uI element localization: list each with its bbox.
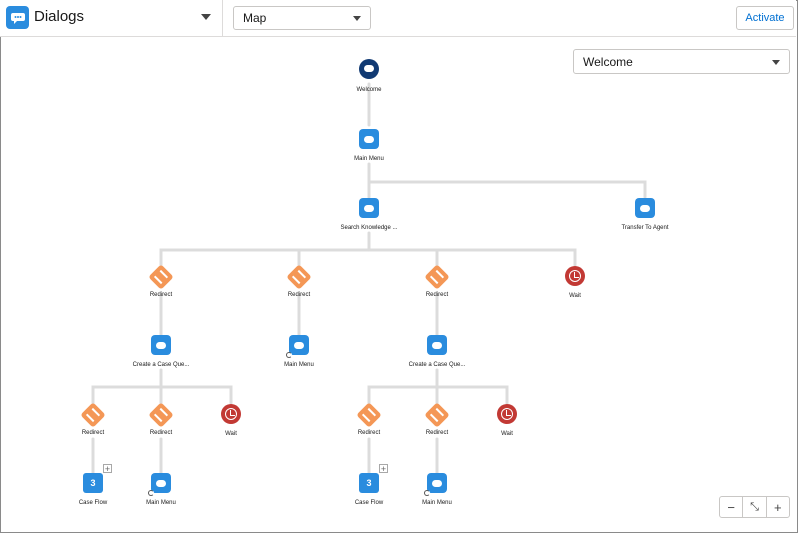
node-label: Wait (501, 431, 513, 437)
wait-node-icon[interactable] (565, 266, 585, 286)
view-select-value: Map (243, 11, 267, 25)
node-label: Transfer To Agent (621, 225, 669, 231)
node-label: Redirect (425, 430, 449, 436)
main-menu-node-icon[interactable] (359, 129, 379, 149)
connector-lines (91, 82, 647, 475)
expand-icon[interactable]: + (379, 464, 388, 474)
main-menu-node-icon[interactable] (289, 335, 309, 355)
node-label: Main Menu (146, 500, 176, 506)
case-flow-node-icon[interactable]: 3 (83, 473, 103, 493)
case-flow-node-icon[interactable]: 3 (359, 473, 379, 493)
top-bar: Dialogs Map Activate (0, 0, 796, 37)
main-menu-node-icon[interactable] (151, 473, 171, 493)
node-label: Redirect (149, 430, 173, 436)
node-label: Redirect (149, 292, 173, 298)
node-label: Redirect (81, 430, 105, 436)
node-label: Main Menu (354, 156, 384, 162)
transfer-node-icon[interactable] (635, 198, 655, 218)
node-label: Redirect (425, 292, 449, 298)
dialog-map-canvas[interactable]: Welcome Welcome Main Menu Search Knowled… (0, 37, 796, 531)
loop-icon (286, 352, 292, 358)
node-label: Create a Case Que... (408, 362, 466, 368)
loop-icon (148, 490, 154, 496)
dialog-select-value: Welcome (583, 54, 633, 69)
node-label: Case Flow (354, 500, 384, 506)
chevron-down-icon (772, 59, 780, 65)
wait-node-icon[interactable] (221, 404, 241, 424)
node-label: Welcome (356, 87, 382, 93)
zoom-out-button[interactable]: − (720, 497, 744, 517)
node-label: Create a Case Que... (132, 362, 190, 368)
view-select[interactable]: Map (233, 6, 371, 30)
node-label: Search Knowledge ... (340, 225, 398, 231)
main-menu-node-icon[interactable] (427, 473, 447, 493)
node-label: Wait (569, 293, 581, 299)
node-label: Redirect (357, 430, 381, 436)
dialogs-app-icon (6, 6, 29, 29)
zoom-in-button[interactable]: + (767, 497, 789, 517)
create-case-question-node-icon[interactable] (427, 335, 447, 355)
node-label: Redirect (287, 292, 311, 298)
node-label: Case Flow (78, 500, 108, 506)
chevron-down-icon (353, 16, 361, 21)
node-label: Wait (225, 431, 237, 437)
fit-to-screen-button[interactable]: ⤡ (743, 497, 767, 517)
create-case-question-node-icon[interactable] (151, 335, 171, 355)
divider (222, 0, 223, 36)
chevron-down-icon[interactable] (201, 14, 211, 20)
wait-node-icon[interactable] (497, 404, 517, 424)
app-title[interactable]: Dialogs (34, 8, 84, 25)
activate-button[interactable]: Activate (736, 6, 794, 30)
node-label: Main Menu (284, 362, 314, 368)
welcome-node-icon[interactable] (359, 59, 379, 79)
zoom-controls: − ⤡ + (719, 496, 790, 518)
node-label: Main Menu (422, 500, 452, 506)
expand-icon[interactable]: + (103, 464, 112, 474)
dialog-select[interactable]: Welcome (573, 49, 790, 74)
search-knowledge-node-icon[interactable] (359, 198, 379, 218)
loop-icon (424, 490, 430, 496)
